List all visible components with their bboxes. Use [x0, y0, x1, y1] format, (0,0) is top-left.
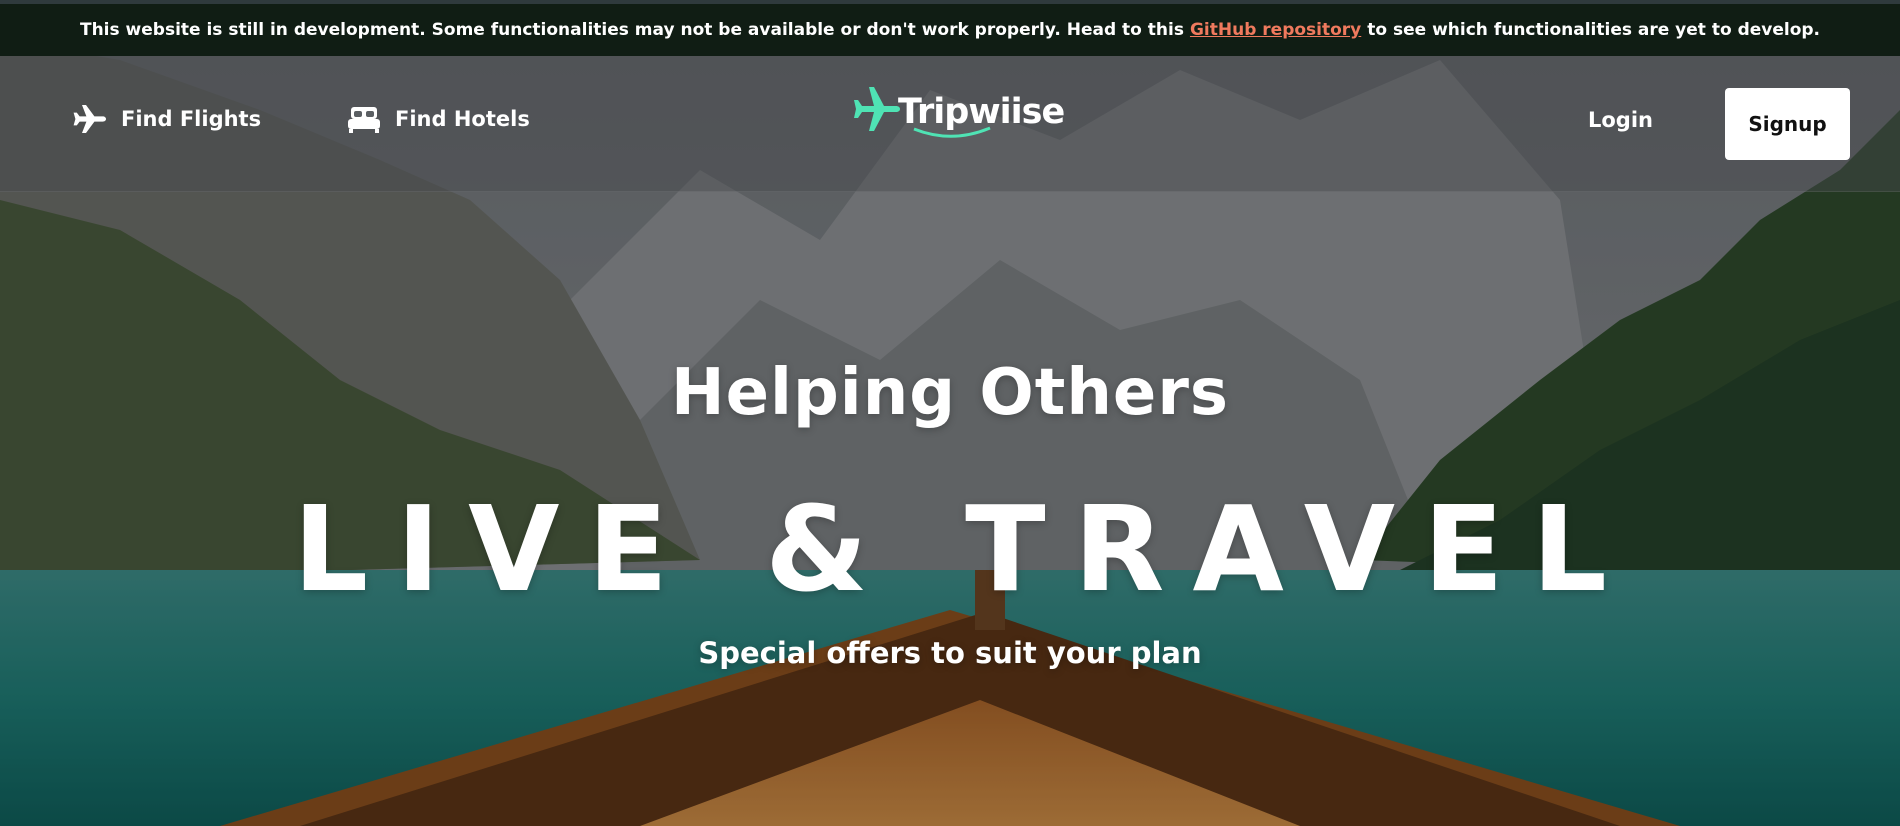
airplane-icon: [72, 103, 108, 135]
nav-find-hotels[interactable]: Find Hotels: [346, 103, 530, 135]
find-flights-label: Find Flights: [121, 107, 262, 131]
nav-find-flights[interactable]: Find Flights: [72, 103, 261, 135]
bed-icon: [346, 103, 382, 135]
find-hotels-label: Find Hotels: [395, 107, 530, 131]
hero-subtitle: Helping Others: [671, 356, 1229, 430]
logo-plane-icon: [852, 83, 902, 141]
top-navbar: Find Flights Find Hotels Tripwiise Login…: [0, 56, 1900, 192]
hero-title: LIVE & TRAVEL: [293, 480, 1635, 618]
signup-button[interactable]: Signup: [1725, 88, 1850, 160]
dev-notice-text-end: to see which functionalities are yet to …: [1367, 20, 1821, 40]
dev-notice-text: This website is still in development. So…: [79, 20, 1184, 40]
login-link[interactable]: Login: [1588, 108, 1653, 132]
tripwiise-logo[interactable]: Tripwiise: [852, 74, 1065, 150]
dev-notice-banner: This website is still in development. So…: [0, 0, 1900, 56]
hero-tagline: Special offers to suit your plan: [698, 636, 1202, 670]
github-repository-link[interactable]: GitHub repository: [1190, 20, 1361, 40]
logo-swoosh-icon: [912, 126, 992, 142]
